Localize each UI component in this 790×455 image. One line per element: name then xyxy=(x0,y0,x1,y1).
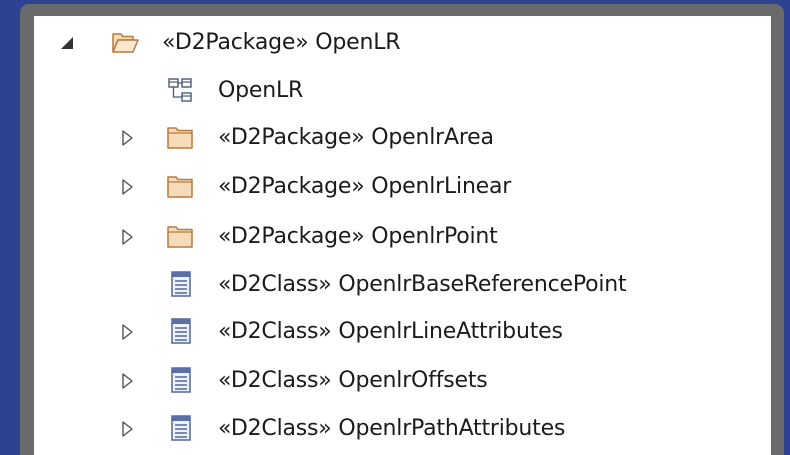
tree-item-label: «D2Package» OpenlrLinear xyxy=(218,174,512,199)
tree-item-openlrlineattributes-class[interactable]: «D2Class» OpenlrLineAttributes xyxy=(34,309,771,355)
collapsed-arrow-icon[interactable] xyxy=(116,309,138,355)
class-diagram-icon xyxy=(166,76,194,104)
tree-item-openlrbasereferencepoint-class[interactable]: «D2Class» OpenlrBaseReferencePoint xyxy=(34,262,771,308)
class-icon xyxy=(170,270,198,298)
folder-icon xyxy=(166,172,194,200)
model-tree[interactable]: «D2Package» OpenLR OpenLR «D2Package» Op… xyxy=(34,16,771,455)
class-icon xyxy=(170,317,198,345)
tree-item-label: «D2Class» OpenlrOffsets xyxy=(218,368,488,393)
folder-icon xyxy=(166,123,194,151)
tree-item-label: «D2Package» OpenlrPoint xyxy=(218,224,498,249)
tree-item-label: «D2Class» OpenlrBaseReferencePoint xyxy=(218,272,627,297)
tree-item-openlrlinear-package[interactable]: «D2Package» OpenlrLinear xyxy=(34,164,771,210)
open-folder-icon xyxy=(111,28,139,56)
tree-item-label: «D2Package» OpenlrArea xyxy=(218,125,494,150)
expanded-arrow-icon[interactable] xyxy=(56,20,78,66)
tree-item-label: «D2Class» OpenlrPathAttributes xyxy=(218,416,566,441)
class-icon xyxy=(170,414,198,442)
tree-item-openlroffsets-class[interactable]: «D2Class» OpenlrOffsets xyxy=(34,358,771,404)
tree-item-label: «D2Package» OpenLR xyxy=(162,30,401,55)
tree-item-openlr-diagram[interactable]: OpenLR xyxy=(34,68,771,114)
tree-item-openlrarea-package[interactable]: «D2Package» OpenlrArea xyxy=(34,115,771,161)
tree-item-label: OpenLR xyxy=(218,78,304,103)
tree-item-label: «D2Class» OpenlrLineAttributes xyxy=(218,319,563,344)
collapsed-arrow-icon[interactable] xyxy=(116,164,138,210)
collapsed-arrow-icon[interactable] xyxy=(116,406,138,452)
collapsed-arrow-icon[interactable] xyxy=(116,358,138,404)
class-icon xyxy=(170,366,198,394)
collapsed-arrow-icon[interactable] xyxy=(116,115,138,161)
tree-item-openlrpoint-package[interactable]: «D2Package» OpenlrPoint xyxy=(34,214,771,260)
collapsed-arrow-icon[interactable] xyxy=(116,214,138,260)
tree-item-openlrpathattributes-class[interactable]: «D2Class» OpenlrPathAttributes xyxy=(34,406,771,452)
tree-item-openlr-package[interactable]: «D2Package» OpenLR xyxy=(34,20,771,66)
folder-icon xyxy=(166,222,194,250)
